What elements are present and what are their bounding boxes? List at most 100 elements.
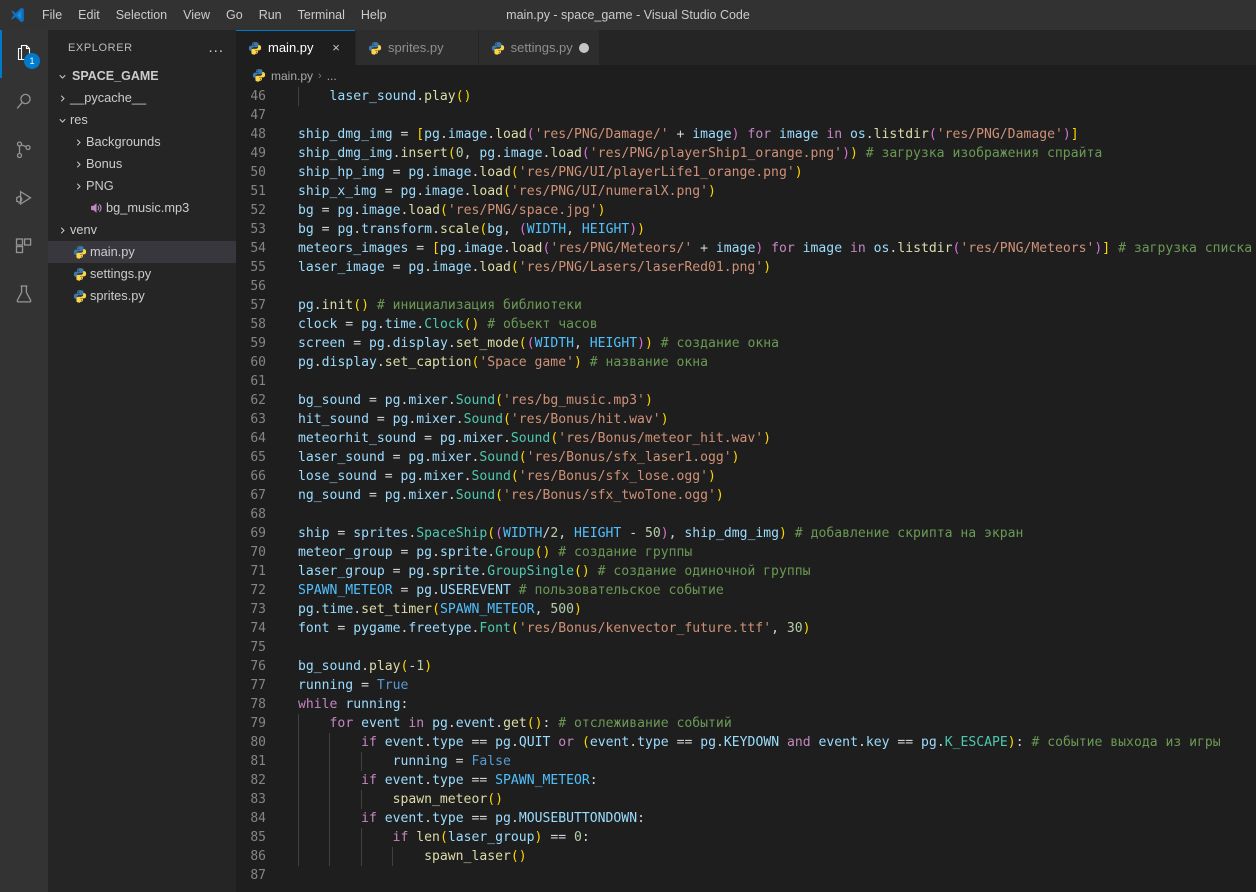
- line-number: 46: [250, 89, 266, 104]
- line-content[interactable]: for event in pg.event.get(): # отслежива…: [288, 714, 1256, 733]
- line-content[interactable]: while running:: [288, 695, 1256, 714]
- code-token: while: [298, 697, 338, 712]
- code-editor[interactable]: 46 laser_sound.play() 47 48 ship_dmg_img = …: [236, 87, 1256, 892]
- line-content[interactable]: bg_sound.play(-1): [288, 657, 1256, 676]
- line-content[interactable]: if event.type == pg.MOUSEBUTTONDOWN:: [288, 809, 1256, 828]
- line-content[interactable]: pg.display.set_caption('Space game') # н…: [288, 353, 1256, 372]
- line-content[interactable]: laser_sound = pg.mixer.Sound('res/Bonus/…: [288, 448, 1256, 467]
- menu-help[interactable]: Help: [353, 3, 395, 27]
- line-content[interactable]: meteorhit_sound = pg.mixer.Sound('res/Bo…: [288, 429, 1256, 448]
- line-content[interactable]: if event.type == SPAWN_METEOR:: [288, 771, 1256, 790]
- code-token: .: [455, 241, 464, 256]
- editor-tab-main-py[interactable]: main.py ×: [236, 30, 356, 65]
- breadcrumb-tail[interactable]: ...: [327, 69, 337, 83]
- code-token: 'res/bg_music.mp3': [503, 393, 645, 408]
- activitybar-item-source-control[interactable]: [0, 126, 48, 174]
- line-content[interactable]: running = False: [288, 752, 1256, 771]
- activitybar-item-search[interactable]: [0, 78, 48, 126]
- tree-item-png[interactable]: PNG: [48, 175, 236, 197]
- line-content[interactable]: [288, 106, 1256, 125]
- tree-item-main-py[interactable]: main.py: [48, 241, 236, 263]
- line-content[interactable]: bg = pg.transform.scale(bg, (WIDTH, HEIG…: [288, 220, 1256, 239]
- indent-guide: [298, 733, 299, 752]
- tree-item-res[interactable]: res: [48, 109, 236, 131]
- code-line: 71 laser_group = pg.sprite.GroupSingle() …: [236, 562, 1256, 581]
- indent-guide: [360, 752, 362, 771]
- activitybar-item-explorer[interactable]: 1: [0, 30, 48, 78]
- code-token: laser_image: [298, 260, 385, 275]
- line-content[interactable]: ng_sound = pg.mixer.Sound('res/Bonus/sfx…: [288, 486, 1256, 505]
- code-token: Sound: [510, 431, 551, 446]
- tree-item--pycache-[interactable]: __pycache__: [48, 87, 236, 109]
- line-content[interactable]: pg.init() # инициализация библиотеки: [288, 296, 1256, 315]
- line-content[interactable]: ship = sprites.SpaceShip((WIDTH/2, HEIGH…: [288, 524, 1256, 543]
- editor-tab-settings-py[interactable]: settings.py: [478, 30, 600, 65]
- tree-item-settings-py[interactable]: settings.py: [48, 263, 236, 285]
- menu-go[interactable]: Go: [218, 3, 251, 27]
- tree-item-bonus[interactable]: Bonus: [48, 153, 236, 175]
- code-token: image: [503, 146, 543, 161]
- menu-run[interactable]: Run: [251, 3, 290, 27]
- line-content[interactable]: font = pygame.freetype.Font('res/Bonus/k…: [288, 619, 1256, 638]
- indent-guide: [298, 847, 299, 866]
- activitybar-item-extensions[interactable]: [0, 222, 48, 270]
- tree-item-bg-music-mp3[interactable]: bg_music.mp3: [48, 197, 236, 219]
- line-content[interactable]: ship_x_img = pg.image.load('res/PNG/UI/n…: [288, 182, 1256, 201]
- code-line: 82 if event.type == SPAWN_METEOR:: [236, 771, 1256, 790]
- line-content[interactable]: spawn_meteor(): [288, 790, 1256, 809]
- line-content[interactable]: hit_sound = pg.mixer.Sound('res/Bonus/hi…: [288, 410, 1256, 429]
- line-content[interactable]: bg_sound = pg.mixer.Sound('res/bg_music.…: [288, 391, 1256, 410]
- line-content[interactable]: screen = pg.display.set_mode((WIDTH, HEI…: [288, 334, 1256, 353]
- line-content[interactable]: [288, 638, 1256, 657]
- line-content[interactable]: if event.type == pg.QUIT or (event.type …: [288, 733, 1256, 752]
- line-content[interactable]: [288, 372, 1256, 391]
- menu-selection[interactable]: Selection: [108, 3, 175, 27]
- line-content[interactable]: ship_hp_img = pg.image.load('res/PNG/UI/…: [288, 163, 1256, 182]
- tree-item-backgrounds[interactable]: Backgrounds: [48, 131, 236, 153]
- line-content[interactable]: bg = pg.image.load('res/PNG/space.jpg'): [288, 201, 1256, 220]
- line-content[interactable]: meteors_images = [pg.image.load('res/PNG…: [288, 239, 1256, 258]
- code-token: if: [392, 830, 409, 845]
- menu-edit[interactable]: Edit: [70, 3, 108, 27]
- activitybar-item-testing[interactable]: [0, 270, 48, 318]
- activitybar-item-run-and-debug[interactable]: [0, 174, 48, 222]
- explorer-root-folder[interactable]: SPACE_GAME: [48, 65, 236, 87]
- code-token: :: [589, 773, 598, 788]
- code-token: event: [384, 811, 425, 826]
- code-token: pg: [439, 241, 456, 256]
- menu-file[interactable]: File: [34, 3, 70, 27]
- line-number: 64: [250, 431, 266, 446]
- line-content[interactable]: [288, 505, 1256, 524]
- tree-item-sprites-py[interactable]: sprites.py: [48, 285, 236, 307]
- code-token: WIDTH: [534, 336, 574, 351]
- line-content[interactable]: ship_dmg_img = [pg.image.load('res/PNG/D…: [288, 125, 1256, 144]
- tab-dirty-indicator[interactable]: [578, 42, 589, 53]
- more-actions-icon[interactable]: ...: [202, 40, 230, 55]
- line-content[interactable]: laser_group = pg.sprite.GroupSingle() # …: [288, 562, 1256, 581]
- editor-tab-sprites-py[interactable]: sprites.py×: [356, 30, 479, 65]
- code-token: =: [384, 165, 409, 180]
- tab-close-icon[interactable]: ×: [327, 39, 345, 57]
- code-token: ship_dmg_img: [684, 526, 780, 541]
- line-content[interactable]: [288, 866, 1256, 885]
- line-content[interactable]: laser_image = pg.image.load('res/PNG/Las…: [288, 258, 1256, 277]
- line-content[interactable]: spawn_laser(): [288, 847, 1256, 866]
- line-content[interactable]: running = True: [288, 676, 1256, 695]
- tree-item-venv[interactable]: venv: [48, 219, 236, 241]
- line-content[interactable]: SPAWN_METEOR = pg.USEREVENT # пользовате…: [288, 581, 1256, 600]
- menu-view[interactable]: View: [175, 3, 218, 27]
- code-token: pg: [337, 203, 354, 218]
- code-token: key: [865, 735, 890, 750]
- line-content[interactable]: laser_sound.play(): [288, 87, 1256, 106]
- line-content[interactable]: lose_sound = pg.mixer.Sound('res/Bonus/s…: [288, 467, 1256, 486]
- breadcrumb-file[interactable]: main.py: [271, 69, 313, 83]
- line-content[interactable]: [288, 277, 1256, 296]
- line-content[interactable]: pg.time.set_timer(SPAWN_METEOR, 500): [288, 600, 1256, 619]
- line-content[interactable]: if len(laser_group) == 0:: [288, 828, 1256, 847]
- python-icon: [491, 41, 505, 55]
- line-content[interactable]: meteor_group = pg.sprite.Group() # созда…: [288, 543, 1256, 562]
- line-content[interactable]: ship_dmg_img.insert(0, pg.image.load('re…: [288, 144, 1256, 163]
- line-content[interactable]: clock = pg.time.Clock() # объект часов: [288, 315, 1256, 334]
- menu-terminal[interactable]: Terminal: [290, 3, 353, 27]
